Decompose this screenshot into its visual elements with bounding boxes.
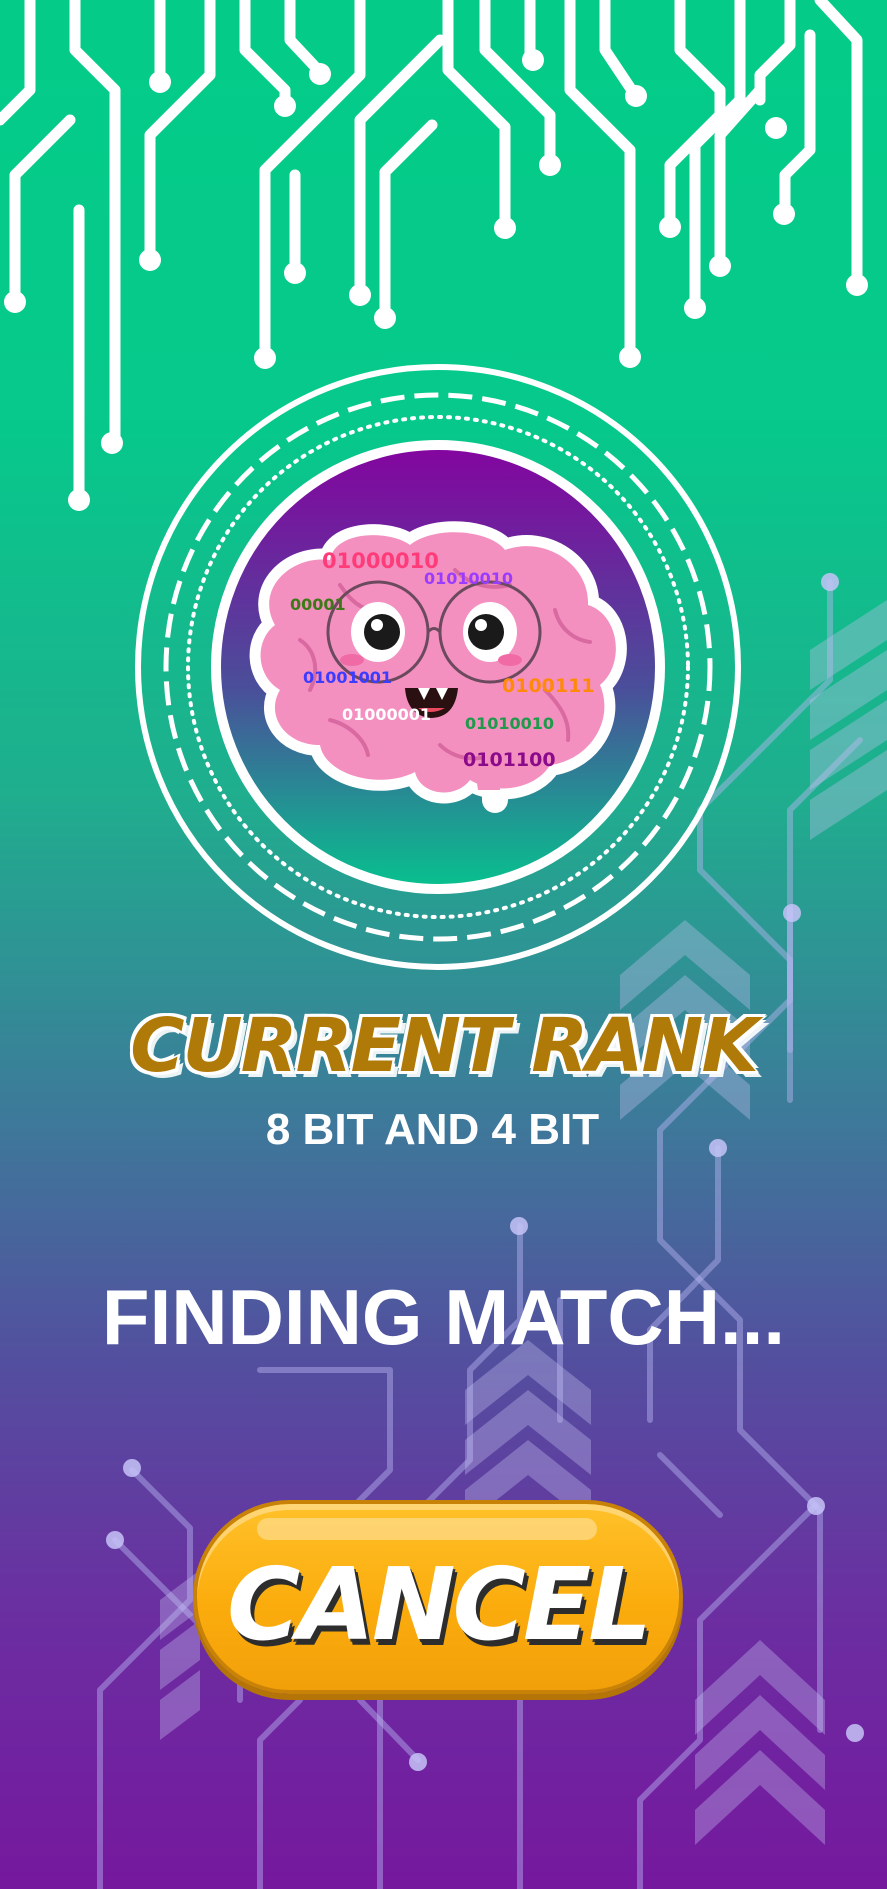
binary-label-5: 0100111 — [502, 675, 595, 697]
binary-label-4: 01001001 — [303, 668, 392, 687]
cancel-button-label: CANCEL — [227, 1546, 652, 1663]
current-rank-title: CURRENT RANK — [129, 1002, 761, 1091]
top-circuit-lines — [0, 0, 863, 506]
button-shine — [257, 1518, 597, 1540]
binary-label-8: 0101100 — [463, 749, 556, 771]
current-rank-value: 8 BIT AND 4 BIT — [265, 1105, 600, 1154]
binary-label-7: 01010010 — [465, 714, 554, 733]
binary-label-1: 01000010 — [322, 549, 439, 573]
binary-label-2: 01010010 — [424, 569, 513, 588]
binary-label-3: 00001 — [290, 595, 346, 614]
binary-label-6: 01000001 — [342, 705, 431, 724]
cancel-button[interactable]: CANCEL — [193, 1500, 683, 1694]
matchmaking-status-text: FINDING MATCH... — [101, 1273, 786, 1361]
